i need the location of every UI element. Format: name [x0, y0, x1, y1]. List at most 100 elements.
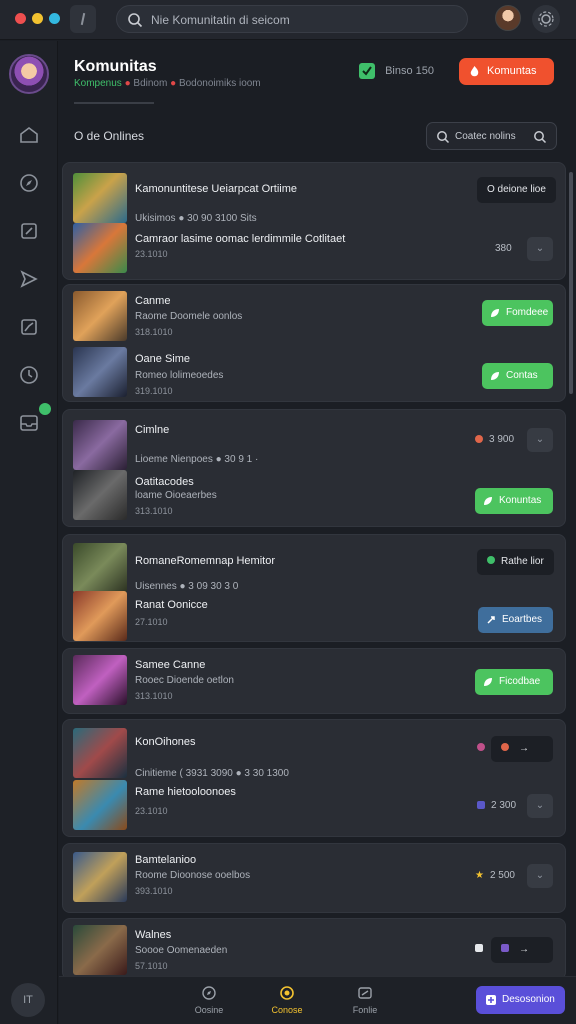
community-title: Kamonuntitese Ueiarpcat Ortiime — [135, 183, 298, 195]
maximize-window-button[interactable] — [49, 13, 60, 24]
online-button[interactable]: O deione lioe — [477, 177, 556, 203]
community-title: Oatitacodes — [135, 476, 194, 488]
community-time: 319.1010 — [135, 386, 173, 396]
community-title: Bamtelanioo — [135, 854, 197, 866]
sidebar-item-explore[interactable] — [17, 171, 41, 195]
community-title: Canme — [135, 295, 171, 307]
tab-communities[interactable]: Conose — [257, 985, 317, 1015]
gear-icon — [538, 11, 554, 27]
community-card[interactable]: Samee Canne Rooec Dioende oetlon 313.101… — [62, 648, 566, 714]
community-time: 23.1010 — [135, 249, 168, 259]
community-card[interactable]: Kamonuntitese Ueiarpcat Ortiime Ukisimos… — [62, 162, 566, 280]
close-window-button[interactable] — [15, 13, 26, 24]
create-label: Desosonion — [502, 994, 555, 1005]
sidebar-item-inbox[interactable] — [17, 411, 41, 435]
star-icon: ★ — [475, 870, 484, 881]
community-meta: loame Oioeaerbes — [135, 490, 217, 501]
more-button[interactable]: → — [491, 736, 553, 762]
member-count-value: 2 500 — [489, 870, 515, 881]
community-card[interactable]: Walnes Soooe Oomenaeden 57.1010 → — [62, 918, 566, 980]
community-title: Ranat Oonicce — [135, 599, 208, 611]
join-label: Konuntas — [499, 495, 542, 506]
community-meta: Rooec Dioende oetlon — [135, 675, 234, 686]
search-submit-icon — [534, 131, 547, 144]
join-community-button[interactable]: Komuntas — [459, 58, 554, 85]
sidebar-item-activity[interactable] — [17, 363, 41, 387]
community-title: Cimlne — [135, 424, 170, 436]
subtitle-suffix: Bodonoimiks ioom — [178, 78, 261, 89]
community-title: Walnes — [135, 929, 172, 941]
status-indicator — [477, 742, 491, 753]
member-count: 380 — [495, 243, 512, 254]
join-button[interactable]: Konuntas — [475, 488, 553, 514]
community-card[interactable]: Canme Raome Doomele oonlos 318.1010 Fomd… — [62, 284, 566, 402]
join-button[interactable]: Fomdeee — [482, 300, 553, 326]
community-search-input[interactable]: Coatec nolins — [426, 122, 557, 150]
join-label: Contas — [506, 370, 538, 381]
sidebar-item-notes[interactable] — [17, 219, 41, 243]
online-label: Rathe lior — [501, 556, 544, 567]
home-icon — [20, 127, 38, 143]
game-thumbnail — [73, 655, 127, 705]
tab-overview[interactable]: Oosine — [179, 985, 239, 1015]
filter-label[interactable]: O de Onlines — [74, 129, 144, 143]
expand-button[interactable]: ⌄ — [527, 428, 553, 452]
title-underline — [74, 102, 154, 104]
game-thumbnail — [73, 780, 127, 830]
sidebar-item-stats[interactable] — [17, 315, 41, 339]
tab-label: Fonlie — [352, 1005, 378, 1015]
follow-button[interactable]: Eoartbes — [478, 607, 553, 633]
sidebar-item-home[interactable] — [17, 123, 41, 147]
create-community-button[interactable]: Desosonion — [476, 986, 565, 1014]
bottom-bar: Oosine Conose Fonlie Desosonion — [59, 976, 576, 1024]
community-title: Oane Sime — [135, 353, 191, 365]
join-button[interactable]: Ficodbae — [475, 669, 553, 695]
settings-button[interactable] — [532, 5, 560, 33]
scrollbar[interactable] — [569, 172, 573, 394]
join-label: Komuntas — [487, 65, 537, 77]
subtitle-dot: ● — [124, 78, 131, 89]
subtitle-middle: Bdinom — [133, 78, 168, 89]
community-card[interactable]: Cimlne Lioeme Nienpoes ● 30 9 1 · 3 900 … — [62, 409, 566, 527]
profile-card-icon — [358, 987, 372, 999]
member-count: 2 300 — [477, 800, 516, 811]
community-title: KonOihones — [135, 736, 196, 748]
join-button[interactable]: Contas — [482, 363, 553, 389]
tab-label: Conose — [271, 1005, 303, 1015]
member-count: ★ 2 500 — [475, 870, 515, 881]
community-card[interactable]: RomaneRomemnap ​Hemitor Uisennes ● 3 09 … — [62, 534, 566, 642]
sidebar-toggle-button[interactable] — [70, 5, 96, 33]
title-bar: Nie Komunitatin di seicom — [0, 0, 576, 40]
expand-button[interactable]: ⌄ — [527, 237, 553, 261]
community-time: 313.1010 — [135, 506, 173, 516]
leaf-icon — [491, 372, 499, 380]
community-meta: Ukisimos ● 30 90 3100 Sits — [135, 213, 257, 224]
expand-button[interactable]: ⌄ — [527, 864, 553, 888]
game-thumbnail — [73, 470, 127, 520]
global-search-input[interactable]: Nie Komunitatin di seicom — [116, 5, 468, 33]
game-thumbnail — [73, 728, 127, 778]
more-button[interactable]: → — [491, 937, 553, 963]
community-title: Samee Canne — [135, 659, 206, 671]
leaf-icon — [484, 497, 492, 505]
tab-profile[interactable]: Fonlie — [335, 985, 395, 1015]
page-title: Komunitas — [74, 58, 157, 75]
user-avatar[interactable] — [495, 5, 521, 31]
minimize-window-button[interactable] — [32, 13, 43, 24]
game-thumbnail — [73, 420, 127, 470]
sidebar-bottom-button[interactable]: IT — [11, 983, 45, 1017]
profile-avatar[interactable] — [9, 54, 49, 94]
note-icon — [21, 223, 37, 239]
sidebar-item-send[interactable] — [17, 267, 41, 291]
subtitle-prefix: Kompenus — [74, 78, 122, 89]
community-card[interactable]: KonOihones Cinitieme ( 3931 3090 ● 3 30 … — [62, 719, 566, 837]
community-time: 313.1010 — [135, 691, 173, 701]
community-card[interactable]: Bamtelanioo Roome Dioonose ooelbos 393.1… — [62, 843, 566, 913]
more-arrow: → — [519, 944, 529, 955]
expand-button[interactable]: ⌄ — [527, 794, 553, 818]
tag-dot — [501, 944, 509, 952]
flame-icon — [470, 66, 479, 77]
community-meta: Lioeme Nienpoes ● 30 9 1 · — [135, 454, 259, 465]
leaf-icon — [484, 678, 492, 686]
online-button[interactable]: Rathe lior — [477, 549, 554, 575]
